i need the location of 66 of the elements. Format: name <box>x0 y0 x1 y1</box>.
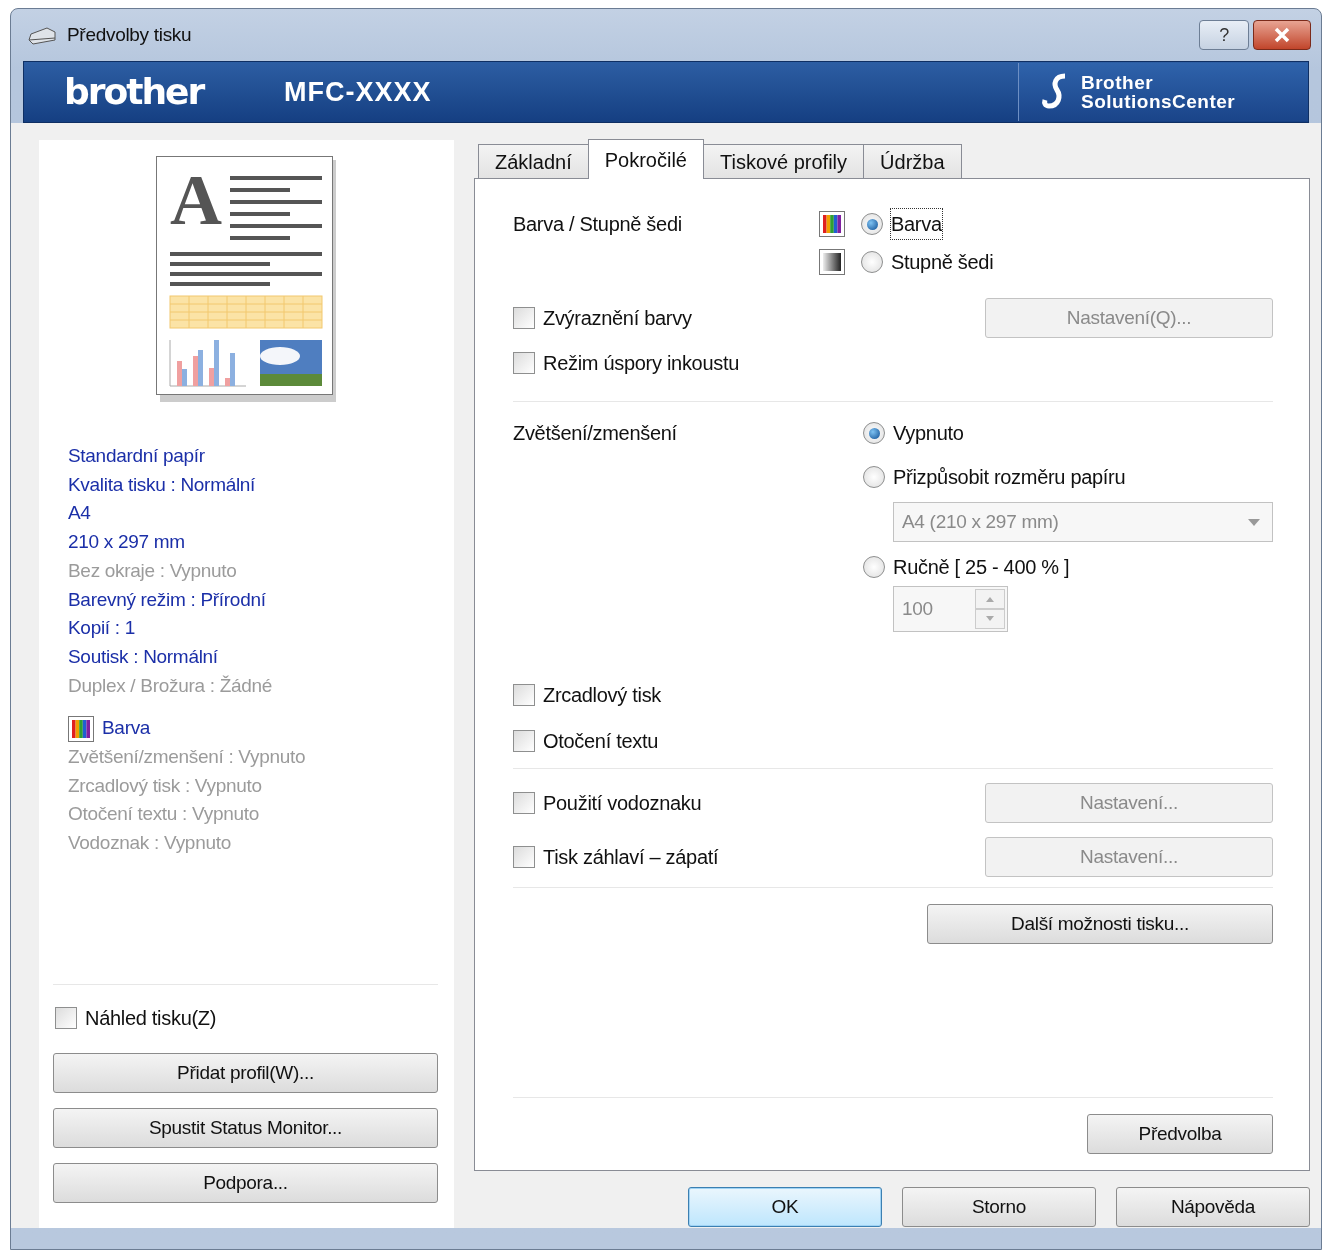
summary-line: Barva <box>102 716 151 741</box>
spin-arrows-icon <box>975 589 1005 629</box>
model-name: MFC-XXXX <box>284 75 432 109</box>
section-label: Barva / Stupně šedi <box>513 212 683 237</box>
action-button[interactable]: Podpora... <box>53 1163 438 1203</box>
checkbox-label[interactable]: Režim úspory inkoustu <box>543 348 739 378</box>
window-title: Předvolby tisku <box>67 22 192 47</box>
checkbox-label[interactable]: Použití vodoznaku <box>543 788 702 818</box>
solutions-center-button[interactable]: Brother SolutionsCenter <box>1018 63 1308 121</box>
action-button[interactable]: Přidat profil(W)... <box>53 1053 438 1093</box>
checkbox[interactable] <box>513 307 535 329</box>
summary-line: Barevný režim : Přírodní <box>68 587 267 612</box>
summary-line: Otočení textu : Vypnuto <box>68 802 260 827</box>
radio-label[interactable]: Barva <box>891 209 942 239</box>
grayscale-icon <box>819 249 845 275</box>
color-mode-icon <box>819 211 845 237</box>
checkbox[interactable] <box>55 1007 77 1029</box>
radio-button[interactable] <box>863 422 885 444</box>
summary-line: Zrcadlový tisk : Vypnuto <box>68 773 263 798</box>
help-button[interactable]: ? <box>1199 20 1249 50</box>
radio-label[interactable]: Přizpůsobit rozměru papíru <box>893 462 1126 492</box>
action-button[interactable]: Spustit Status Monitor... <box>53 1108 438 1148</box>
close-icon <box>1273 27 1291 43</box>
checkbox[interactable] <box>513 792 535 814</box>
checkbox-label[interactable]: Otočení textu <box>543 726 659 756</box>
summary-line: Vodoznak : Vypnuto <box>68 831 232 856</box>
dialog-button[interactable]: Storno <box>902 1187 1096 1227</box>
tab[interactable]: Základní <box>478 144 589 178</box>
close-button[interactable] <box>1253 20 1311 50</box>
radio-button[interactable] <box>863 556 885 578</box>
radio-label[interactable]: Vypnuto <box>893 418 964 448</box>
radio-label[interactable]: Ručně [ 25 - 400 % ] <box>893 552 1070 582</box>
summary-line: Kopií : 1 <box>68 616 136 641</box>
checkbox-label[interactable]: Zvýraznění barvy <box>543 303 692 333</box>
summary-line: Soutisk : Normální <box>68 644 219 669</box>
summary-line: A4 <box>68 501 92 526</box>
summary-line: Standardní papír <box>68 444 206 468</box>
tab[interactable]: Údržba <box>863 144 962 178</box>
color-mode-icon <box>68 715 94 742</box>
radio-button[interactable] <box>863 466 885 488</box>
radio-button[interactable] <box>861 213 883 235</box>
checkbox[interactable] <box>513 846 535 868</box>
radio-button[interactable] <box>861 251 883 273</box>
printer-icon <box>27 24 57 46</box>
document-preview-drawing: A <box>155 156 336 402</box>
summary-line: Duplex / Brožura : Žádné <box>68 673 274 698</box>
summary-line: Zvětšení/zmenšení : Vypnuto <box>68 745 307 770</box>
summary-line: Kvalita tisku : Normální <box>68 472 257 497</box>
checkbox[interactable] <box>513 730 535 752</box>
checkbox[interactable] <box>513 684 535 706</box>
section-label: Zvětšení/zmenšení <box>513 421 678 446</box>
summary-line: 210 x 297 mm <box>68 530 186 555</box>
checkbox-label[interactable]: Tisk záhlaví – zápatí <box>543 842 719 872</box>
tab[interactable]: Tiskové profily <box>703 144 865 178</box>
dialog-button[interactable]: Nápověda <box>1116 1187 1310 1227</box>
summary-line: Bez okraje : Vypnuto <box>68 558 238 583</box>
more-options-button[interactable]: Další možnosti tisku... <box>927 904 1273 944</box>
radio-label[interactable]: Stupně šedi <box>891 247 994 277</box>
checkbox-label[interactable]: Náhled tisku(Z) <box>85 1003 217 1033</box>
default-button[interactable]: Předvolba <box>1087 1114 1273 1154</box>
dropdown-caret-icon <box>1248 518 1260 526</box>
dialog-button[interactable]: OK <box>688 1187 882 1227</box>
checkbox[interactable] <box>513 352 535 374</box>
tab[interactable]: Pokročilé <box>587 139 704 179</box>
brand-logo: brother <box>64 70 206 114</box>
checkbox-label[interactable]: Zrcadlový tisk <box>543 680 662 710</box>
